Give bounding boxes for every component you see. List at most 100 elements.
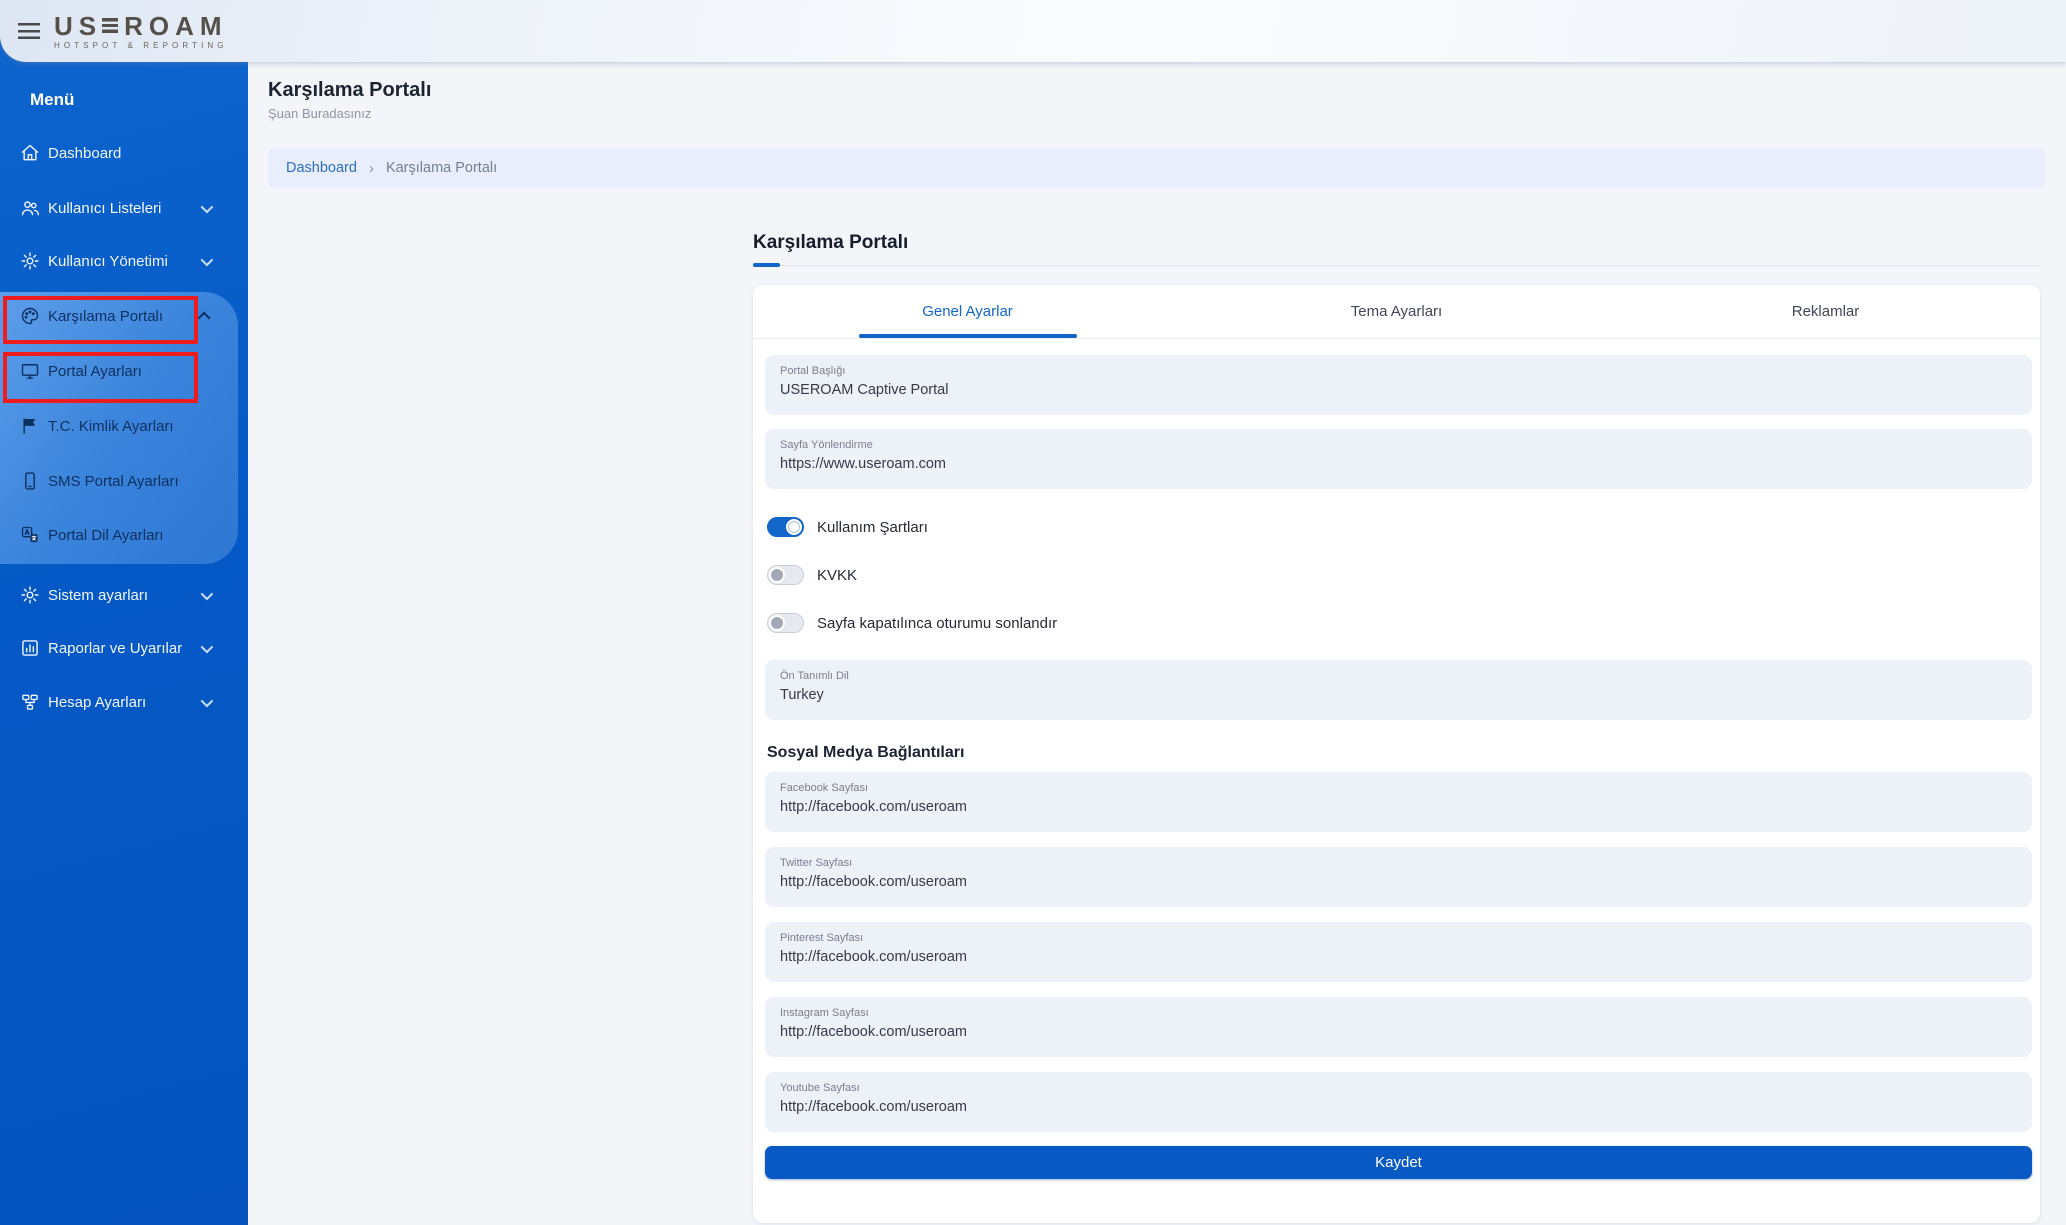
kullanim-sartlari-toggle[interactable] bbox=[767, 517, 804, 537]
toggle-label: KVKK bbox=[817, 567, 857, 584]
toggle-knob bbox=[769, 567, 785, 583]
chevron-down-icon bbox=[201, 694, 214, 707]
sidebar-item-label: Kullanıcı Yönetimi bbox=[48, 253, 168, 270]
field-value: https://www.useroam.com bbox=[780, 456, 2017, 472]
breadcrumb-separator-icon: › bbox=[369, 160, 374, 177]
tab-bar: Genel Ayarlar Tema Ayarları Reklamlar bbox=[753, 285, 2040, 339]
tab-panel-genel-ayarlar: Portal Başlığı USEROAM Captive Portal Sa… bbox=[753, 339, 2040, 1223]
field-label: Ön Tanımlı Dil bbox=[780, 670, 2017, 682]
page-title: Karşılama Portalı bbox=[268, 79, 2046, 102]
logo-title: US ROAM bbox=[54, 13, 228, 39]
breadcrumb-dashboard-link[interactable]: Dashboard bbox=[286, 160, 357, 176]
sidebar-item-label: Dashboard bbox=[48, 145, 121, 162]
sidebar-item-sms-portal-ayarlari[interactable]: SMS Portal Ayarları bbox=[0, 459, 238, 503]
chart-icon bbox=[20, 638, 40, 658]
network-icon bbox=[20, 692, 40, 712]
toggle-label: Kullanım Şartları bbox=[817, 519, 928, 536]
sidebar-item-kullanici-listeleri[interactable]: Kullanıcı Listeleri bbox=[0, 186, 238, 230]
annotation-box-karsilama-portali bbox=[3, 296, 198, 344]
sidebar-item-kullanici-yonetimi[interactable]: Kullanıcı Yönetimi bbox=[0, 239, 238, 283]
breadcrumb: Dashboard › Karşılama Portalı bbox=[268, 148, 2046, 188]
sidebar-item-portal-dil-ayarlari[interactable]: Portal Dil Ayarları bbox=[0, 513, 238, 557]
sidebar-item-label: T.C. Kimlik Ayarları bbox=[48, 418, 174, 435]
sidebar: Menü Dashboard Kullanıcı Listeleri Kulla… bbox=[0, 38, 248, 1225]
chevron-down-icon bbox=[201, 640, 214, 653]
section-divider bbox=[753, 263, 2040, 267]
field-label: Instagram Sayfası bbox=[780, 1007, 2017, 1019]
tab-label: Tema Ayarları bbox=[1351, 303, 1442, 320]
tab-label: Genel Ayarlar bbox=[922, 303, 1013, 320]
portal-title-field[interactable]: Portal Başlığı USEROAM Captive Portal bbox=[765, 355, 2032, 415]
kullanim-sartlari-row: Kullanım Şartları bbox=[765, 503, 2032, 551]
sidebar-item-hesap-ayarlari[interactable]: Hesap Ayarları bbox=[0, 680, 238, 724]
facebook-page-field[interactable]: Facebook Sayfası http://facebook.com/use… bbox=[765, 772, 2032, 832]
gear-icon bbox=[20, 585, 40, 605]
sidebar-menu-label: Menü bbox=[30, 90, 74, 110]
gear-icon bbox=[20, 251, 40, 271]
pinterest-page-field[interactable]: Pinterest Sayfası http://facebook.com/us… bbox=[765, 922, 2032, 982]
save-button[interactable]: Kaydet bbox=[765, 1146, 2032, 1179]
logo-e-bars-icon bbox=[102, 18, 118, 33]
tab-tema-ayarlari[interactable]: Tema Ayarları bbox=[1182, 285, 1611, 338]
chevron-down-icon bbox=[201, 587, 214, 600]
toggle-knob bbox=[786, 519, 802, 535]
sidebar-item-label: Kullanıcı Listeleri bbox=[48, 200, 161, 217]
sidebar-item-label: Portal Dil Ayarları bbox=[48, 527, 164, 544]
sidebar-item-label: Hesap Ayarları bbox=[48, 694, 146, 711]
translate-icon bbox=[20, 525, 40, 545]
default-language-field[interactable]: Ön Tanımlı Dil Turkey bbox=[765, 660, 2032, 720]
field-label: Portal Başlığı bbox=[780, 365, 2017, 377]
field-value: http://facebook.com/useroam bbox=[780, 949, 2017, 965]
phone-icon bbox=[20, 471, 40, 491]
chevron-down-icon bbox=[201, 253, 214, 266]
field-value: USEROAM Captive Portal bbox=[780, 382, 2017, 398]
field-label: Youtube Sayfası bbox=[780, 1082, 2017, 1094]
sidebar-item-label: Raporlar ve Uyarılar bbox=[48, 640, 182, 657]
field-value: http://facebook.com/useroam bbox=[780, 799, 2017, 815]
page-head: Karşılama Portalı Şuan Buradasınız bbox=[248, 62, 2066, 121]
sidebar-item-label: SMS Portal Ayarları bbox=[48, 473, 179, 490]
instagram-page-field[interactable]: Instagram Sayfası http://facebook.com/us… bbox=[765, 997, 2032, 1057]
page-subtitle: Şuan Buradasınız bbox=[268, 106, 2046, 121]
logo-text-left: US bbox=[54, 13, 102, 39]
topbar: US ROAM HOTSPOT & REPORTING bbox=[0, 0, 2066, 62]
page-redirect-field[interactable]: Sayfa Yönlendirme https://www.useroam.co… bbox=[765, 429, 2032, 489]
field-label: Pinterest Sayfası bbox=[780, 932, 2017, 944]
content-column: Karşılama Portalı Genel Ayarlar Tema Aya… bbox=[753, 232, 2040, 1223]
breadcrumb-current: Karşılama Portalı bbox=[386, 160, 497, 176]
active-tab-underline bbox=[859, 334, 1077, 338]
field-value: http://facebook.com/useroam bbox=[780, 1024, 2017, 1040]
hamburger-menu-icon[interactable] bbox=[18, 23, 40, 39]
tab-label: Reklamlar bbox=[1792, 303, 1860, 320]
section-title: Karşılama Portalı bbox=[753, 232, 2040, 254]
kvkk-toggle[interactable] bbox=[767, 565, 804, 585]
chevron-down-icon bbox=[201, 200, 214, 213]
field-label: Sayfa Yönlendirme bbox=[780, 439, 2017, 451]
field-value: http://facebook.com/useroam bbox=[780, 874, 2017, 890]
field-label: Twitter Sayfası bbox=[780, 857, 2017, 869]
sidebar-item-sistem-ayarlari[interactable]: Sistem ayarları bbox=[0, 573, 238, 617]
sidebar-item-label: Sistem ayarları bbox=[48, 587, 148, 604]
field-label: Facebook Sayfası bbox=[780, 782, 2017, 794]
logo-text-right: ROAM bbox=[124, 13, 227, 39]
logo-subtitle: HOTSPOT & REPORTING bbox=[54, 41, 228, 50]
sidebar-item-tc-kimlik-ayarlari[interactable]: T.C. Kimlik Ayarları bbox=[0, 404, 238, 448]
field-value: Turkey bbox=[780, 687, 2017, 703]
sidebar-item-raporlar-ve-uyarilar[interactable]: Raporlar ve Uyarılar bbox=[0, 626, 238, 670]
toggle-knob bbox=[769, 615, 785, 631]
main-content: Karşılama Portalı Şuan Buradasınız Dashb… bbox=[248, 62, 2066, 1225]
field-value: http://facebook.com/useroam bbox=[780, 1099, 2017, 1115]
youtube-page-field[interactable]: Youtube Sayfası http://facebook.com/user… bbox=[765, 1072, 2032, 1132]
sidebar-item-dashboard[interactable]: Dashboard bbox=[0, 131, 238, 175]
end-session-on-close-toggle[interactable] bbox=[767, 613, 804, 633]
app-logo: US ROAM HOTSPOT & REPORTING bbox=[54, 13, 228, 50]
toggle-label: Sayfa kapatılınca oturumu sonlandır bbox=[817, 615, 1057, 632]
chevron-up-icon bbox=[198, 311, 211, 324]
tab-reklamlar[interactable]: Reklamlar bbox=[1611, 285, 2040, 338]
home-icon bbox=[20, 143, 40, 163]
flag-icon bbox=[20, 416, 40, 436]
twitter-page-field[interactable]: Twitter Sayfası http://facebook.com/user… bbox=[765, 847, 2032, 907]
tab-genel-ayarlar[interactable]: Genel Ayarlar bbox=[753, 285, 1182, 338]
page: Menü Dashboard Kullanıcı Listeleri Kulla… bbox=[0, 0, 2066, 1225]
end-session-on-close-row: Sayfa kapatılınca oturumu sonlandır bbox=[765, 599, 2032, 647]
